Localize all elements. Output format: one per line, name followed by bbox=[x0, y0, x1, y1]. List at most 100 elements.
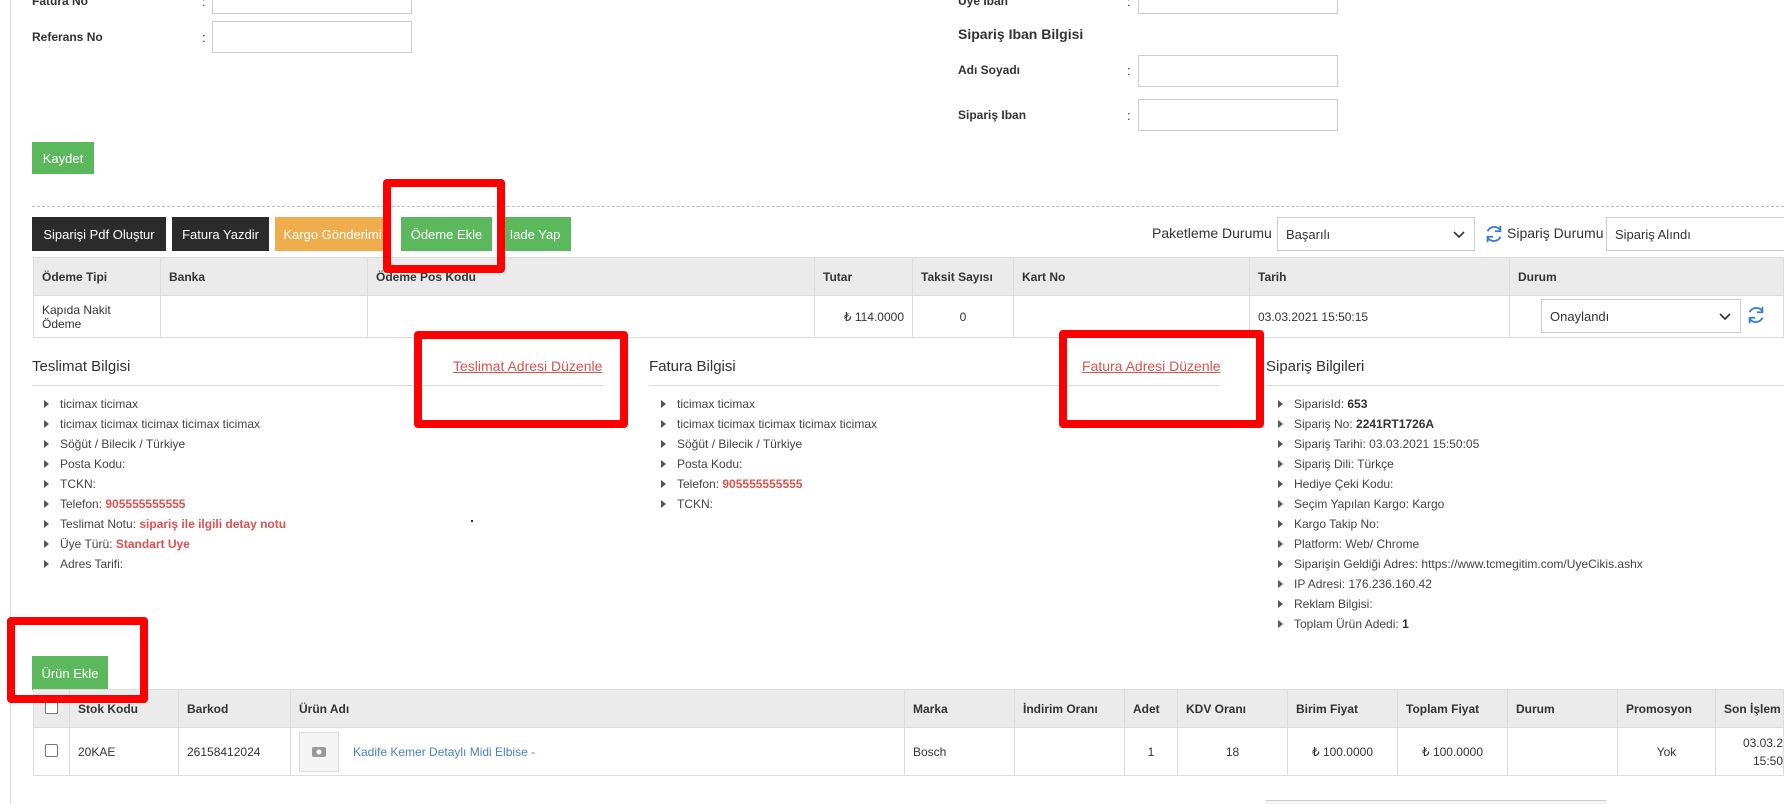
list-item: Sipariş Dili: Türkçe bbox=[1266, 454, 1784, 474]
list-item: Reklam Bilgisi: bbox=[1266, 594, 1784, 614]
last-action-date: 03.03.2 bbox=[1742, 735, 1783, 750]
adi-soyadi-label: Adı Soyadı bbox=[958, 63, 1021, 77]
total-items-label: Toplam Ürün Adedi: bbox=[1294, 617, 1399, 631]
product-last-action-cell: 03.03.2 15:50 bbox=[1715, 727, 1784, 776]
product-total-price-cell: ₺ 100.0000 bbox=[1397, 727, 1508, 776]
column-header: Tarih bbox=[1249, 257, 1510, 296]
payment-installments: 0 bbox=[912, 295, 1014, 338]
delivery-note-label: Teslimat Notu: bbox=[60, 517, 137, 531]
phone-label: Telefon: bbox=[60, 497, 103, 511]
product-barcode: 26158412024 bbox=[178, 727, 291, 776]
list-item: Kargo Takip No: bbox=[1266, 514, 1784, 534]
separator bbox=[32, 206, 1784, 207]
product-total-price: 100.0000 bbox=[1432, 744, 1484, 759]
iban-section-title: Sipariş Iban Bilgisi bbox=[958, 26, 1084, 42]
list-item: Teslimat Notu: sipariş ile ilgili detay … bbox=[32, 514, 592, 534]
list-item: Platform: Web/ Chrome bbox=[1266, 534, 1784, 554]
payments-header-row: Ödeme Tipi Banka Ödeme Pos Kodu Tutar Ta… bbox=[33, 257, 1784, 296]
list-item: SiparisId: 653 bbox=[1266, 394, 1784, 414]
lira-icon: ₺ bbox=[1311, 744, 1320, 759]
highlight-box bbox=[7, 617, 148, 703]
row-select-cell bbox=[33, 727, 70, 776]
list-item: Telefon: 905555555555 bbox=[32, 494, 592, 514]
referans-no-label: Referans No bbox=[32, 30, 103, 44]
list-item: Hediye Çeki Kodu: bbox=[1266, 474, 1784, 494]
list-item: Toplam Ürün Adedi: 1 bbox=[1266, 614, 1784, 634]
refresh-icon[interactable] bbox=[1745, 304, 1767, 326]
order-status-select[interactable]: Sipariş Alındı bbox=[1606, 217, 1784, 251]
list-item: Posta Kodu: bbox=[649, 454, 1209, 474]
delivery-note-value: sipariş ile ilgili detay notu bbox=[139, 517, 287, 531]
chevron-down-icon bbox=[1719, 313, 1731, 321]
siparis-iban-label: Sipariş Iban bbox=[958, 108, 1027, 122]
product-name-link[interactable]: Kadife Kemer Detaylı Midi Elbise - bbox=[353, 745, 535, 759]
column-header: Marka bbox=[904, 689, 1015, 728]
product-name-cell: Kadife Kemer Detaylı Midi Elbise - bbox=[290, 727, 905, 776]
fatura-no-input[interactable] bbox=[212, 0, 412, 14]
order-info-title: Sipariş Bilgileri bbox=[1266, 358, 1365, 375]
product-discount bbox=[1014, 727, 1125, 776]
packaging-status-label: Paketleme Durumu bbox=[1152, 225, 1272, 241]
referans-no-input[interactable] bbox=[212, 21, 412, 53]
invoice-info-title: Fatura Bilgisi bbox=[649, 358, 736, 375]
product-brand: Bosch bbox=[904, 727, 1015, 776]
list-item: TCKN: bbox=[649, 494, 1209, 514]
siparis-iban-input[interactable] bbox=[1138, 99, 1338, 131]
save-button[interactable]: Kaydet bbox=[32, 142, 94, 174]
payment-amount-cell: ₺ 114.0000 bbox=[814, 295, 913, 338]
product-vat: 18 bbox=[1177, 727, 1288, 776]
column-header: Taksit Sayısı bbox=[912, 257, 1014, 296]
print-invoice-button[interactable]: Fatura Yazdir bbox=[172, 217, 269, 251]
cargo-send-button[interactable]: Kargo Gönderimi bbox=[275, 217, 390, 251]
uye-iban-input[interactable] bbox=[1138, 0, 1338, 14]
product-thumbnail[interactable] bbox=[299, 731, 339, 772]
order-status-label: Sipariş Durumu bbox=[1507, 225, 1604, 241]
order-no-value: 2241RT1726A bbox=[1356, 417, 1435, 431]
refresh-icon[interactable] bbox=[1483, 223, 1505, 245]
colon: : bbox=[202, 30, 206, 45]
column-header: Kart No bbox=[1013, 257, 1250, 296]
order-info-list: SiparisId: 653 Sipariş No: 2241RT1726A S… bbox=[1266, 394, 1784, 634]
payments-table: Ödeme Tipi Banka Ödeme Pos Kodu Tutar Ta… bbox=[33, 257, 1784, 338]
list-item: TCKN: bbox=[32, 474, 592, 494]
table-row: 20KAE 26158412024 Kadife Kemer Detaylı M… bbox=[33, 727, 1784, 776]
payment-date: 03.03.2021 15:50:15 bbox=[1249, 295, 1510, 338]
order-status-value: Sipariş Alındı bbox=[1615, 226, 1691, 242]
payment-bank bbox=[160, 295, 368, 338]
packaging-status-select[interactable]: Başarılı bbox=[1277, 217, 1475, 251]
colon: : bbox=[1127, 108, 1131, 123]
column-header: Ürün Adı bbox=[290, 689, 905, 728]
column-header: Adet bbox=[1124, 689, 1178, 728]
lira-icon: ₺ bbox=[843, 309, 852, 324]
section-divider bbox=[1266, 385, 1784, 386]
list-item: Üye Türü: Standart Uye bbox=[32, 534, 592, 554]
column-header: Birim Fiyat bbox=[1287, 689, 1398, 728]
column-header: Promosyon bbox=[1617, 689, 1716, 728]
highlight-box bbox=[414, 331, 628, 428]
product-stock-code: 20KAE bbox=[69, 727, 179, 776]
payment-status-select[interactable]: Onaylandı bbox=[1541, 299, 1741, 333]
chevron-down-icon bbox=[1453, 231, 1465, 239]
row-checkbox[interactable] bbox=[45, 743, 58, 757]
list-item: Telefon: 905555555555 bbox=[649, 474, 1209, 494]
colon: : bbox=[1127, 63, 1131, 78]
order-id-value: 653 bbox=[1347, 397, 1368, 411]
column-header: Toplam Fiyat bbox=[1397, 689, 1508, 728]
list-item: Seçim Yapılan Kargo: Kargo bbox=[1266, 494, 1784, 514]
stray-dot bbox=[471, 520, 473, 522]
list-item: IP Adresi: 176.236.160.42 bbox=[1266, 574, 1784, 594]
phone-value: 905555555555 bbox=[722, 477, 803, 491]
product-unit-price-cell: ₺ 100.0000 bbox=[1287, 727, 1398, 776]
list-item: Sipariş No: 2241RT1726A bbox=[1266, 414, 1784, 434]
column-header: Durum bbox=[1507, 689, 1618, 728]
product-quantity: 1 bbox=[1124, 727, 1178, 776]
column-header: Son İşlem T bbox=[1715, 689, 1784, 728]
refund-button[interactable]: Iade Yap bbox=[499, 217, 571, 251]
phone-label: Telefon: bbox=[677, 477, 720, 491]
member-type-value: Standart Uye bbox=[115, 537, 190, 551]
adi-soyadi-input[interactable] bbox=[1138, 55, 1338, 87]
list-item: Söğüt / Bilecik / Türkiye bbox=[649, 434, 1209, 454]
column-header: İndirim Oranı bbox=[1014, 689, 1125, 728]
highlight-box bbox=[383, 179, 505, 273]
create-pdf-button[interactable]: Siparişi Pdf Oluştur bbox=[32, 217, 166, 251]
